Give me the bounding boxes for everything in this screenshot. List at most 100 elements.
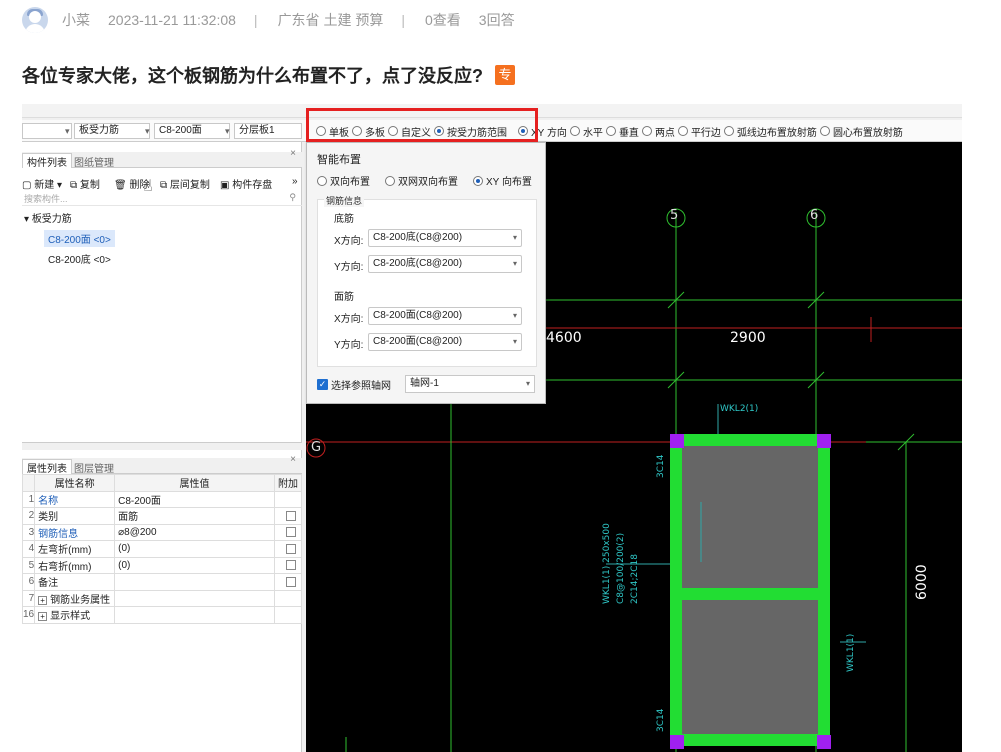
axis-label-6: 6 (810, 208, 819, 223)
author-name[interactable]: 小菜 (62, 10, 90, 30)
tab-property-list[interactable]: 属性列表 (22, 459, 72, 475)
radio-circle-icon (819, 126, 830, 136)
search-icon: ⚲ (289, 192, 296, 202)
radio-horizontal[interactable]: 水平 (569, 124, 603, 139)
tree-item-c8-200-top[interactable]: C8-200面 <0> (44, 230, 115, 247)
component-tools: ▢ 新建 ▾ ⧉ 复制 🗑 删除 ⧉ 层间复制 ▣ 构件存盘 » (22, 174, 302, 192)
beam-label-wkl1-left: WKL1(1) 250x500 (602, 523, 612, 604)
table-row[interactable]: 6 备注 (22, 573, 302, 591)
property-panel-tabs: 属性列表 图层管理 × (22, 454, 302, 475)
axis-label-5: 5 (670, 208, 679, 223)
axis-label-g: G (311, 440, 322, 455)
table-row[interactable]: 5 右弯折(mm) (0) (22, 556, 302, 574)
beam-bottom[interactable] (670, 734, 830, 746)
top-x-label: X方向: (334, 314, 364, 325)
close-icon[interactable]: × (286, 148, 300, 159)
column[interactable] (670, 735, 684, 749)
tree-root-slab-rebar[interactable]: ▾ 板受力筋 (24, 210, 72, 225)
radio-selected-icon (473, 175, 483, 186)
header-value: 属性值 (114, 474, 275, 492)
radio-two-way[interactable]: 双向布置 (317, 173, 370, 188)
smart-layout-dialog: 智能布置 双向布置 双网双向布置 XY 向布置 钢筋信息 底筋 X方向: C8-… (306, 142, 546, 404)
dimension-4600: 4600 (546, 330, 582, 346)
highlight-box (306, 108, 538, 142)
axis-grid-select[interactable]: 轴网-1 (405, 375, 535, 393)
separator: | (401, 12, 405, 28)
reference-axis-checkbox[interactable]: ✓ 选择参照轴网 (317, 377, 391, 392)
radio-arc-radial[interactable]: 弧线边布置放射筋 (723, 124, 817, 139)
checkbox[interactable] (286, 527, 296, 538)
group-label: 钢筋信息 (324, 194, 365, 207)
radio-xy-layout[interactable]: XY 向布置 (473, 173, 532, 188)
component-panel-tabs: 构件列表 图纸管理 × (22, 148, 302, 169)
bottom-x-select[interactable]: C8-200底(C8@200) (368, 229, 522, 247)
close-icon[interactable]: × (286, 454, 300, 465)
radio-parallel-edge[interactable]: 平行边 (677, 124, 721, 139)
table-row[interactable]: 16 + 显示样式 (22, 606, 302, 624)
column[interactable] (817, 735, 831, 749)
radio-circle-icon (569, 126, 580, 136)
bottom-y-select[interactable]: C8-200底(C8@200) (368, 255, 522, 273)
tab-component-list[interactable]: 构件列表 (22, 153, 72, 169)
column-tag: 3C14 (656, 708, 666, 732)
table-row[interactable]: 2 类别 面筋 (22, 507, 302, 525)
radio-circle-icon (723, 126, 734, 136)
rebar-info-group: 钢筋信息 底筋 X方向: C8-200底(C8@200) Y方向: C8-200… (317, 194, 537, 367)
hand-cursor-icon: ☝ (143, 178, 153, 195)
radio-circle-icon (641, 126, 652, 136)
layout-option-radios: 双向布置 双网双向布置 XY 向布置 (317, 173, 535, 188)
dimension-2900: 2900 (730, 330, 766, 346)
header-name: 属性名称 (34, 474, 116, 492)
copy-button[interactable]: ⧉ 复制 (70, 176, 100, 191)
checkbox[interactable] (286, 576, 296, 587)
new-button[interactable]: ▢ 新建 ▾ (22, 176, 62, 191)
beam-label-wkl2: WKL2(1) (720, 404, 759, 414)
checkbox[interactable] (286, 510, 296, 521)
post-title-text: 各位专家大佬，这个板钢筋为什么布置不了，点了没反应? (22, 66, 483, 86)
post-datetime: 2023-11-21 11:32:08 (108, 12, 236, 28)
column[interactable] (670, 434, 684, 448)
column[interactable] (817, 434, 831, 448)
beam-middle[interactable] (670, 588, 830, 600)
avatar[interactable] (22, 7, 48, 33)
bottom-y-label: Y方向: (334, 262, 364, 273)
tab-drawing-management[interactable]: 图纸管理 (70, 154, 118, 169)
beam-label-stirrup: C8@100/200(2) (616, 532, 626, 604)
toolbar-select-type[interactable]: 板受力筋 (65, 123, 150, 139)
tab-layer-management[interactable]: 图层管理 (70, 460, 118, 475)
table-row[interactable]: 3 钢筋信息 ⌀8@200 (22, 523, 302, 541)
top-y-label: Y方向: (334, 340, 364, 351)
post-tags[interactable]: 广东省 土建 预算 (278, 10, 384, 30)
table-row[interactable]: 4 左弯折(mm) (0) (22, 540, 302, 558)
panel-splitter[interactable] (22, 442, 302, 450)
top-rebar-label: 面筋 (334, 292, 354, 303)
radio-vertical[interactable]: 垂直 (605, 124, 639, 139)
component-search-input[interactable]: 搜索构件... ⚲ (22, 192, 302, 206)
table-row[interactable]: 7 + 钢筋业务属性 (22, 589, 302, 607)
radio-double-net[interactable]: 双网双向布置 (385, 173, 458, 188)
beam-label-wkl1-right: WKL1(1) (846, 633, 856, 672)
expand-icon[interactable]: + (38, 595, 48, 605)
radio-two-points[interactable]: 两点 (641, 124, 675, 139)
toolbar-select-component[interactable]: C8-200面 (145, 123, 230, 139)
floor-copy-button[interactable]: ⧉ 层间复制 (160, 176, 210, 191)
bottom-rebar-label: 底筋 (334, 214, 354, 225)
tree-item-c8-200-bottom[interactable]: C8-200底 <0> (44, 250, 115, 267)
beam-top[interactable] (670, 434, 830, 446)
checkbox[interactable] (286, 560, 296, 571)
more-icon[interactable]: » (292, 176, 298, 187)
table-row[interactable]: 1 名称 C8-200面 (22, 490, 302, 508)
toolbar-select-layer[interactable]: 分层板1 (225, 123, 302, 139)
top-y-select[interactable]: C8-200面(C8@200) (368, 333, 522, 351)
beam-right[interactable] (818, 434, 830, 746)
answer-count: 3回答 (478, 12, 515, 28)
top-x-select[interactable]: C8-200面(C8@200) (368, 307, 522, 325)
expert-badge: 专 (495, 65, 515, 85)
radio-center-radial[interactable]: 圆心布置放射筋 (819, 124, 903, 139)
post-title: 各位专家大佬，这个板钢筋为什么布置不了，点了没反应? 专 (22, 62, 515, 88)
checkbox[interactable] (286, 543, 296, 554)
dimension-6000: 6000 (914, 564, 930, 600)
save-component-button[interactable]: ▣ 构件存盘 (220, 176, 272, 191)
beam-left[interactable] (670, 434, 682, 746)
expand-icon[interactable]: + (38, 612, 48, 622)
